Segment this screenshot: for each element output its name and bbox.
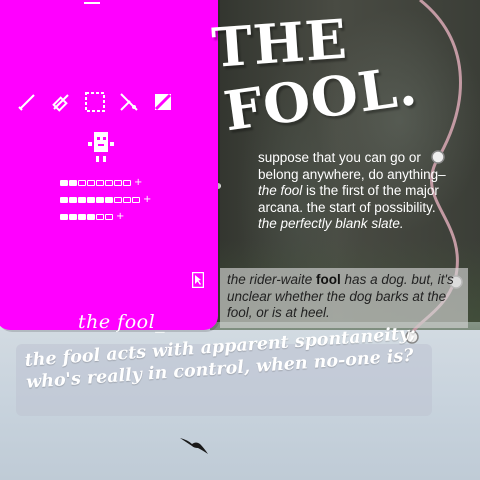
- meter-segment: [60, 197, 68, 203]
- meter-segment: [132, 197, 140, 203]
- dog-paragraph: the rider-waite fool has a dog. but, it'…: [227, 272, 454, 320]
- meter-segment: [96, 180, 104, 186]
- scissors-icon[interactable]: [118, 91, 140, 113]
- meter-segment: [87, 197, 95, 203]
- meter-segment: [114, 197, 122, 203]
- selection-icon[interactable]: [84, 91, 106, 113]
- meter-segment: [60, 214, 68, 220]
- intro-paragraph: suppose that you can go or belong anywhe…: [258, 150, 446, 231]
- meter-segment: [105, 180, 113, 186]
- meter-segment: [78, 197, 86, 203]
- drawing-panel[interactable]: + + + the fool_: [0, 0, 218, 333]
- meter-segment: [114, 180, 122, 186]
- panel-handle[interactable]: [84, 2, 100, 4]
- meter-segment: [105, 214, 113, 220]
- meter-plus[interactable]: +: [143, 195, 151, 205]
- meter-segment: [69, 214, 77, 220]
- meter-segment: [69, 180, 77, 186]
- meter-row-1: +: [60, 178, 151, 188]
- pencil-icon[interactable]: [16, 91, 38, 113]
- meter-segment: [87, 214, 95, 220]
- meter-segment: [96, 197, 104, 203]
- meter-plus[interactable]: +: [116, 212, 124, 222]
- cursor-icon[interactable]: [192, 272, 204, 288]
- eraser-icon[interactable]: [50, 91, 72, 113]
- tool-row: [16, 91, 174, 113]
- meter-segment: [60, 180, 68, 186]
- fool-sprite-icon: [88, 132, 114, 162]
- panel-signature: the fool_: [78, 311, 166, 333]
- stat-meters: + + +: [60, 178, 151, 229]
- meter-segment: [87, 180, 95, 186]
- meter-segment: [123, 197, 131, 203]
- fill-icon[interactable]: [152, 91, 174, 113]
- meter-segment: [78, 214, 86, 220]
- bird-silhouette: [180, 438, 208, 454]
- meter-row-2: +: [60, 195, 151, 205]
- meter-segment: [96, 214, 104, 220]
- meter-segment: [123, 180, 131, 186]
- meter-row-3: +: [60, 212, 151, 222]
- meter-segment: [69, 197, 77, 203]
- meter-plus[interactable]: +: [134, 178, 142, 188]
- meter-segment: [105, 197, 113, 203]
- scene: + + + the fool_ THE FOOL. suppose that you…: [0, 0, 480, 480]
- meter-segment: [78, 180, 86, 186]
